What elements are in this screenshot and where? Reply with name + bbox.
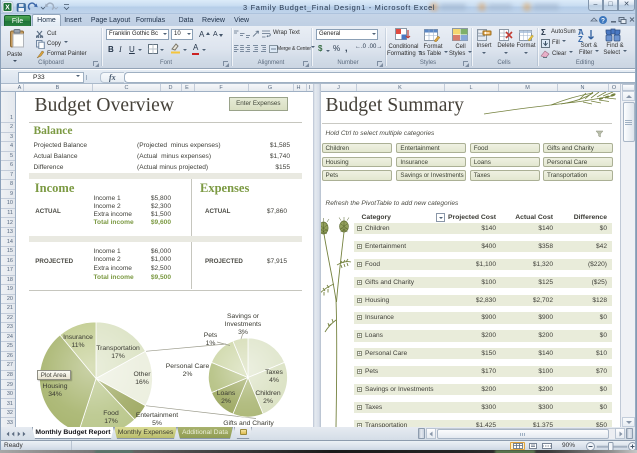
- svg-text:Z: Z: [578, 35, 583, 42]
- svg-text:?: ?: [601, 18, 605, 25]
- svg-text:X: X: [5, 5, 10, 12]
